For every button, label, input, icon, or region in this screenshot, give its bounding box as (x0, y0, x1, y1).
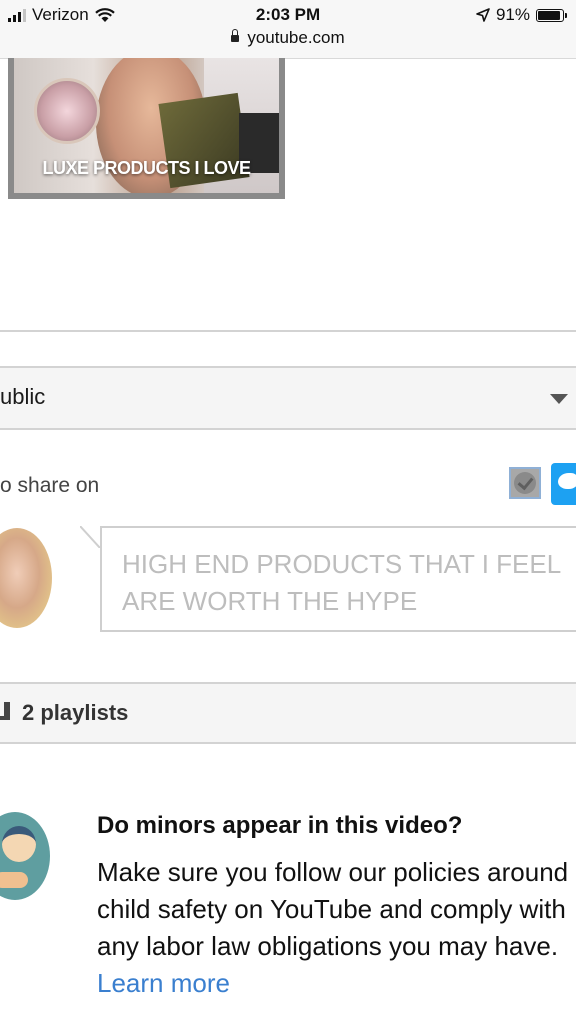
video-thumbnail[interactable]: LUXE PRODUCTS I LOVE (14, 58, 279, 193)
playlist-icon (0, 702, 10, 720)
battery-percent: 91% (495, 5, 530, 24)
minors-body-text: Make sure you follow our policies around… (97, 857, 569, 961)
address-bar[interactable]: youtube.com (0, 28, 576, 48)
battery-icon (536, 8, 567, 22)
thumbnail-compact (34, 78, 100, 144)
playlists-label: 2 playlists (22, 700, 129, 725)
twitter-icon[interactable] (551, 463, 576, 505)
child-head (2, 826, 36, 862)
location-arrow-icon (476, 8, 490, 22)
child-hands (0, 872, 28, 888)
bubble-tail (80, 526, 100, 548)
thumbnail-title: LUXE PRODUCTS I LOVE (42, 158, 251, 178)
lock-icon (231, 29, 240, 42)
twitter-bird-icon (558, 473, 576, 489)
dropdown-caret-icon (550, 394, 568, 404)
checkmark-icon (514, 472, 536, 494)
status-right: 91% (476, 5, 567, 25)
privacy-selected-value: ublic (0, 384, 46, 409)
description-input[interactable]: HIGH END PRODUCTS THAT I FEEL ARE WORTH … (100, 526, 576, 632)
minors-title: Do minors appear in this video? (97, 812, 463, 839)
learn-more-link[interactable]: Learn more (97, 968, 230, 998)
minors-body: Make sure you follow our policies around… (97, 854, 573, 1002)
url-text: youtube.com (247, 28, 345, 47)
playlists-row[interactable]: 2 playlists (0, 682, 576, 744)
description-placeholder: HIGH END PRODUCTS THAT I FEEL ARE WORTH … (122, 549, 561, 616)
privacy-select[interactable]: ublic (0, 366, 576, 430)
battery-fill (538, 10, 560, 20)
avatar (0, 528, 52, 628)
status-bar: Verizon 2:03 PM youtube.com 91% (0, 0, 576, 59)
video-thumbnail-frame[interactable]: LUXE PRODUCTS I LOVE (8, 58, 285, 199)
checkbox-icon[interactable] (509, 467, 541, 499)
child-safety-icon (0, 812, 50, 900)
share-label: o share on (0, 474, 100, 497)
section-divider (0, 330, 576, 332)
